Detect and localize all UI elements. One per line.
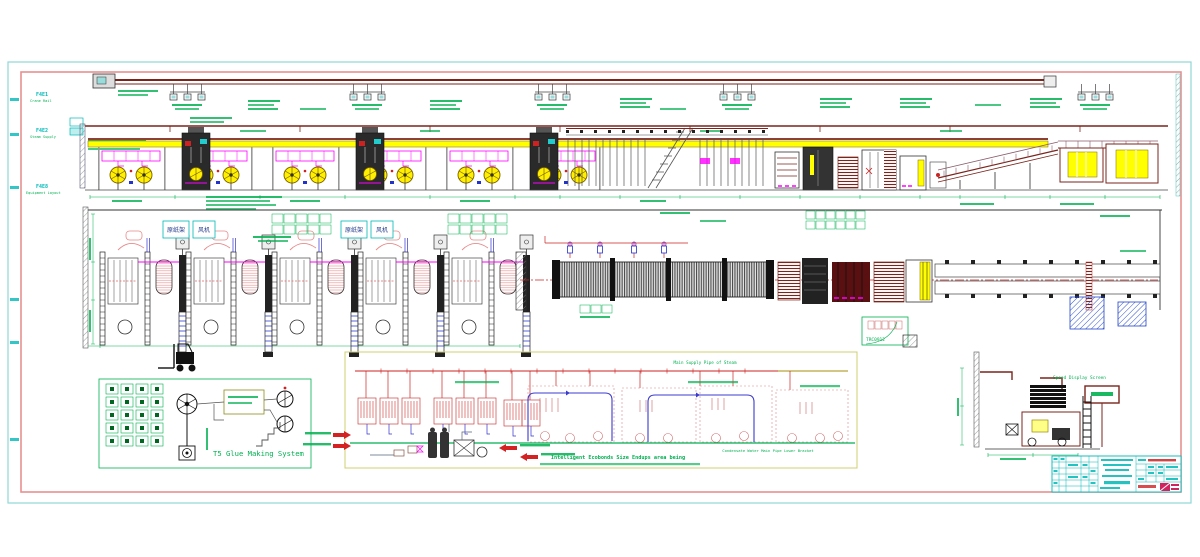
zone-label-1: Crane Rail [30, 99, 52, 103]
stand-box-b: 风机 [198, 226, 210, 234]
title-block [1052, 456, 1181, 492]
zone-tags: F4E1 Crane Rail F4E2 Steam Supply F4E8 E… [26, 92, 61, 195]
zone-tag-2: F4E2 [36, 128, 48, 134]
stacker-units [1060, 144, 1158, 183]
forklift-icon [158, 344, 196, 372]
glue-mixers [197, 387, 293, 432]
elevation-view: F4E1 Crane Rail F4E2 Steam Supply F4E8 E… [26, 74, 1180, 210]
schematic-headline: Intelligent Ecobonds Size Endups area be… [551, 455, 685, 461]
steam-supply-label: Main Supply Pipe of Steam [673, 360, 737, 365]
trc-detail: TRC0912 [862, 317, 917, 347]
border-zone-ticks [10, 98, 19, 441]
glue-system-title: T5 Glue Making System [213, 449, 304, 458]
plan-label-boxes: 原纸架 风机 原纸架 风机 [163, 221, 393, 238]
glue-system-detail: T5 Glue Making System [99, 379, 311, 468]
splicer-machines [182, 127, 558, 190]
steam-schematic: Main Supply Pipe of Steam [303, 352, 857, 468]
pallet-stack-2 [1118, 302, 1146, 326]
board-stack [1030, 385, 1066, 408]
condensate-label: Condensate Water Main Pipe Lower Bracket [722, 448, 813, 453]
plan-view: 原纸架 风机 原纸架 风机 [83, 207, 1162, 372]
stand-box-a: 原纸架 [167, 226, 185, 234]
zone-label-3: Equipment Layout [26, 191, 61, 195]
glue-tote-grid [106, 384, 163, 446]
slitter-section [778, 258, 932, 304]
zone-tag-1: F4E1 [36, 92, 48, 98]
stand-box-a2: 原纸架 [345, 226, 363, 234]
glue-stairs [256, 422, 280, 446]
bridge-stairs [648, 128, 693, 188]
trc-tag: TRC0912 [866, 337, 885, 343]
condensate-loops [528, 391, 754, 443]
pallet-stack-1 [1070, 297, 1104, 329]
cad-canvas: F4E1 Crane Rail F4E2 Steam Supply F4E8 E… [0, 0, 1200, 557]
speed-display-label: Speed Display Screen [1053, 375, 1106, 381]
zone-tag-3: F4E8 [36, 184, 48, 190]
stand-box-b2: 风机 [376, 226, 388, 234]
access-ladder [1083, 396, 1091, 448]
dry-end-machines [775, 147, 946, 190]
dryer-section [545, 236, 774, 318]
drawing-sheet: F4E1 Crane Rail F4E2 Steam Supply F4E8 E… [0, 0, 1200, 557]
speed-display-detail: Speed Display Screen [957, 352, 1119, 460]
glue-agitator [177, 394, 197, 460]
zone-label-2: Steam Supply [30, 135, 57, 139]
